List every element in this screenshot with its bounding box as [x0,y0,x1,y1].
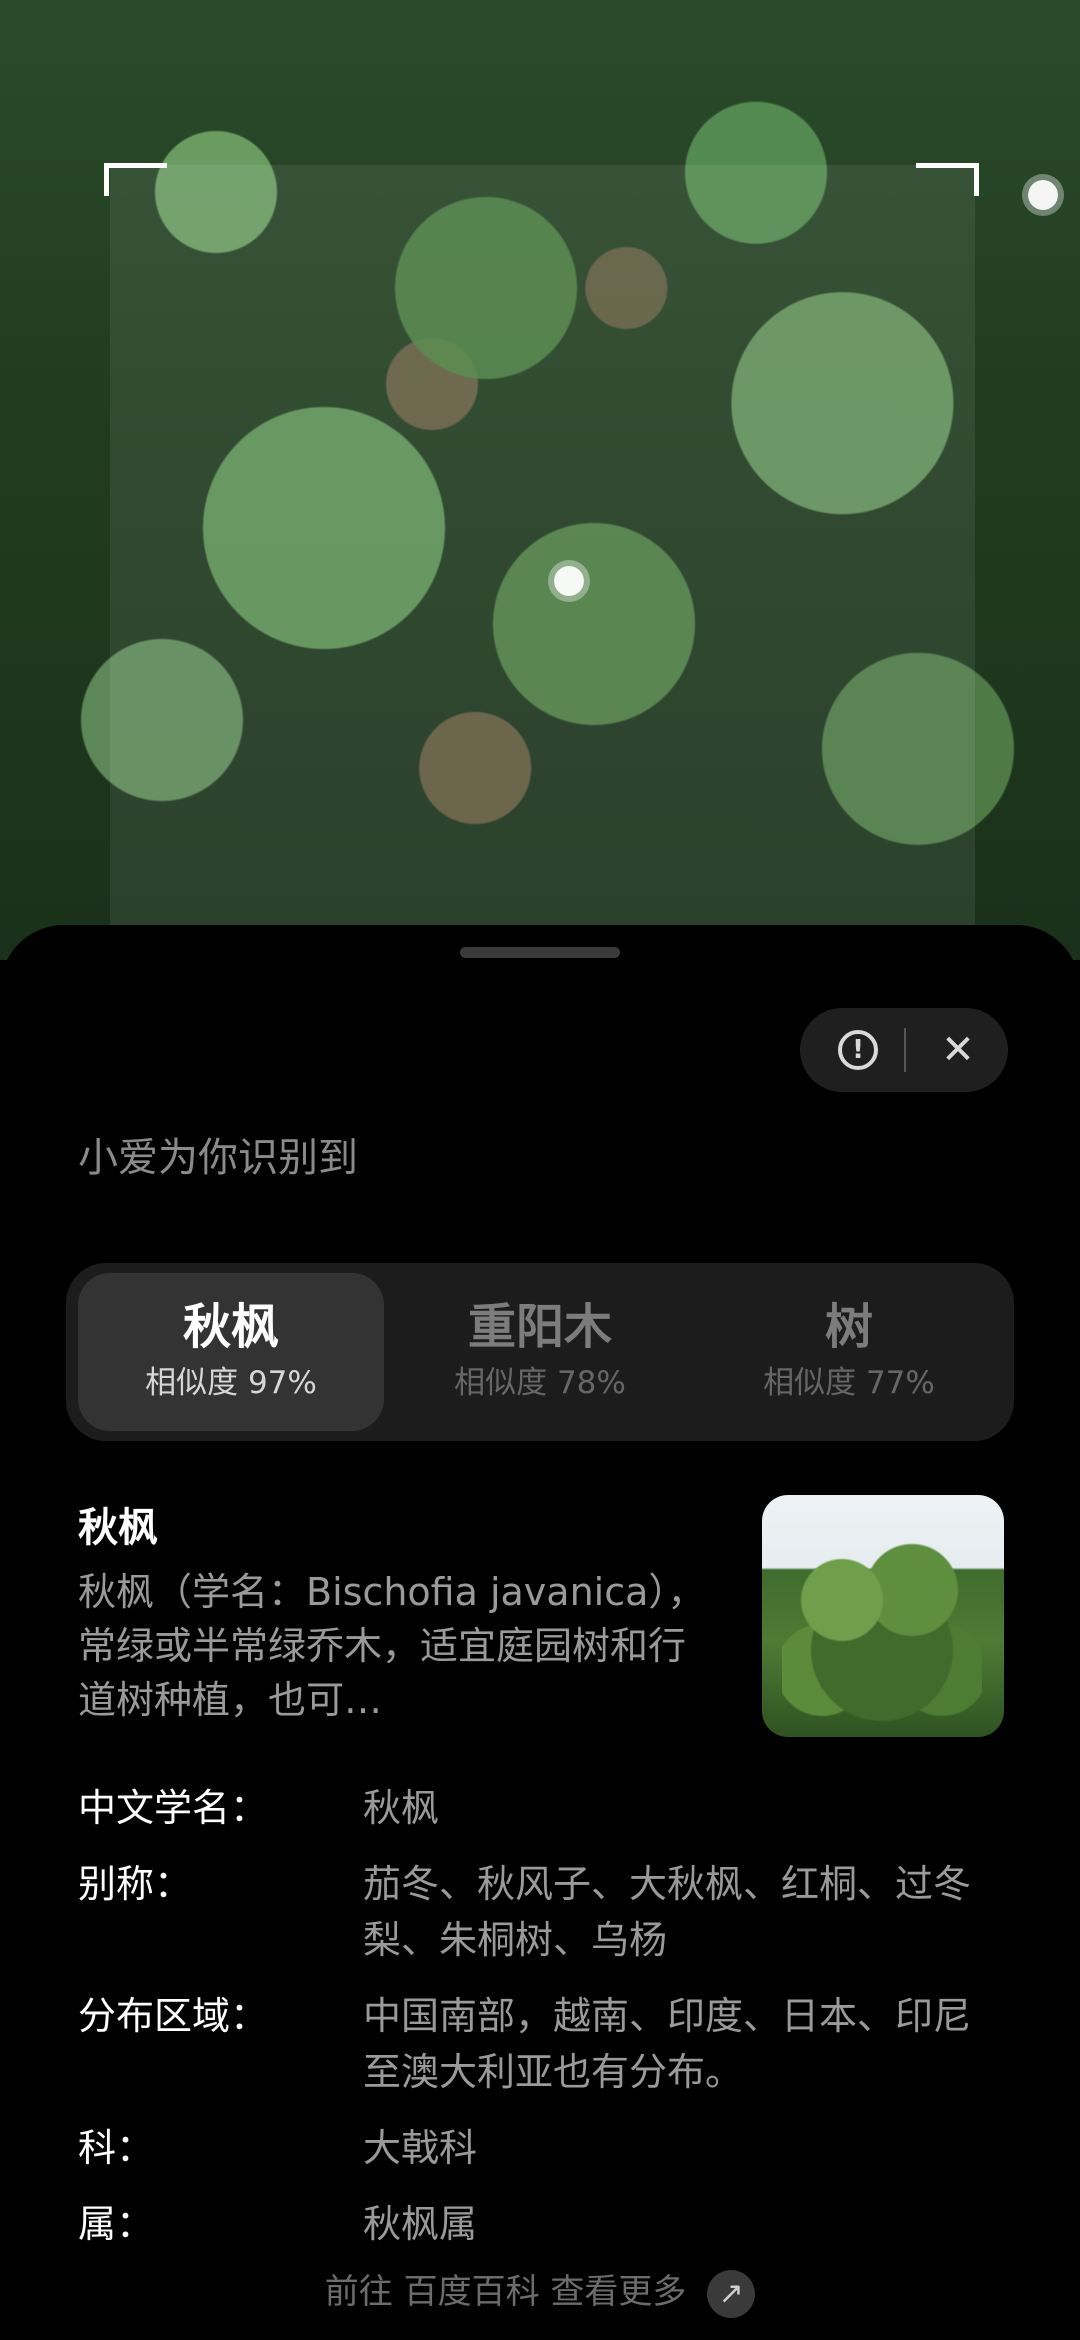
candidate-name: 重阳木 [467,1299,612,1355]
fact-label: 中文学名： [78,1786,269,1830]
fact-row: 属： 秋枫属 [78,2196,1008,2252]
baike-more-link[interactable]: 前往 百度百科 查看更多 ↗ [0,2267,1080,2318]
candidate-tab-2[interactable]: 重阳木 相似度 78% [387,1273,693,1431]
fact-value: 秋枫属 [363,2202,478,2246]
fact-row: 分布区域： 中国南部，越南、印度、日本、印尼至澳大利亚也有分布。 [78,1988,1008,2100]
fact-label: 属： [78,2202,155,2246]
fact-row: 中文学名： 秋枫 [78,1780,1008,1836]
fact-value: 中国南部，越南、印度、日本、印尼至澳大利亚也有分布。 [363,1994,972,2094]
fact-label: 科： [78,2126,155,2170]
candidate-score: 相似度 77% [763,1365,935,1401]
fact-value: 秋枫 [363,1786,440,1830]
candidate-tab-3[interactable]: 树 相似度 77% [696,1273,1002,1431]
candidate-score: 相似度 78% [454,1365,626,1401]
scan-corner-top-right [916,163,979,196]
fact-list: 中文学名： 秋枫 别称： 茄冬、秋风子、大秋枫、红桐、过冬梨、朱桐树、乌杨 分布… [78,1780,1008,2272]
candidate-score: 相似度 97% [145,1365,317,1401]
tree-image [782,1530,982,1730]
fact-row: 科： 大戟科 [78,2120,1008,2176]
detail-description[interactable]: 秋枫（学名：Bischofia javanica），常绿或半常绿乔木，适宜庭园树… [78,1565,708,1727]
pill-divider [904,1028,906,1072]
candidate-tab-1[interactable]: 秋枫 相似度 97% [78,1273,384,1431]
fact-value: 大戟科 [363,2126,478,2170]
more-link-text: 前往 百度百科 查看更多 [324,2272,687,2312]
candidate-name: 树 [824,1299,873,1355]
scan-corner-top-left [104,163,167,196]
screen: ! ✕ 小爱为你识别到 秋枫 相似度 97% 重阳木 相似度 78% 树 相似度… [0,0,1080,2340]
recognition-title: 小爱为你识别到 [78,1135,358,1181]
candidate-tabs: 秋枫 相似度 97% 重阳木 相似度 78% 树 相似度 77% [66,1263,1014,1441]
detail-title: 秋枫 [78,1505,158,1551]
result-bottom-sheet: ! ✕ 小爱为你识别到 秋枫 相似度 97% 重阳木 相似度 78% 树 相似度… [0,925,1080,2340]
scan-region[interactable] [110,165,975,960]
info-icon[interactable]: ! [838,1030,878,1070]
plant-thumbnail[interactable] [762,1495,1004,1737]
candidate-name: 秋枫 [182,1299,279,1355]
close-icon[interactable]: ✕ [930,1022,986,1078]
arrow-up-right-icon: ↗ [707,2269,756,2318]
fact-row: 别称： 茄冬、秋风子、大秋枫、红桐、过冬梨、朱桐树、乌杨 [78,1856,1008,1968]
action-pill: ! ✕ [800,1008,1008,1092]
sheet-drag-handle[interactable] [460,947,620,958]
secondary-focus-point[interactable] [1028,180,1058,210]
fact-label: 别称： [78,1862,193,1906]
fact-value: 茄冬、秋风子、大秋枫、红桐、过冬梨、朱桐树、乌杨 [363,1862,972,1962]
fact-label: 分布区域： [78,1994,269,2038]
focus-point[interactable] [554,566,584,596]
